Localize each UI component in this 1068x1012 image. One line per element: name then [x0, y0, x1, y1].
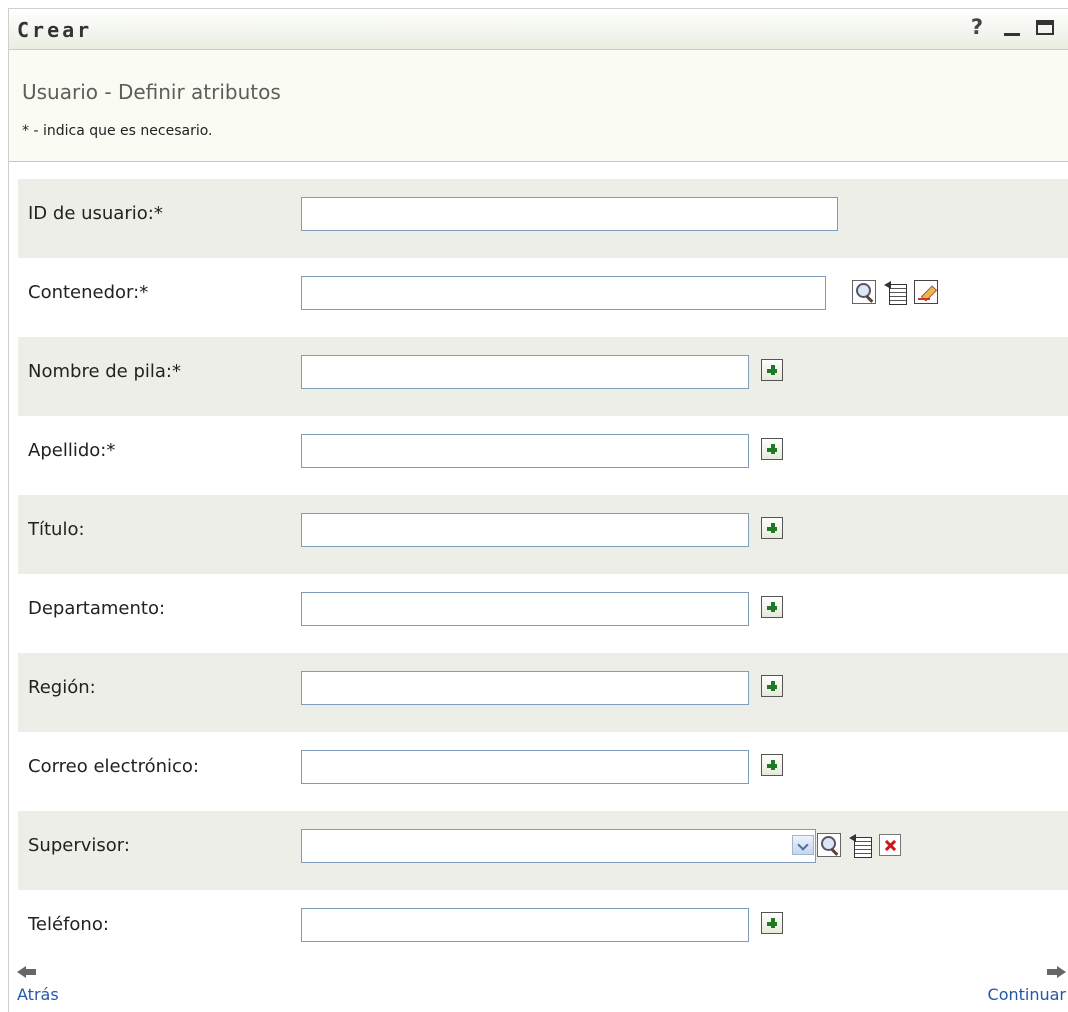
continue-label[interactable]: Continuar	[988, 985, 1066, 1004]
region-input[interactable]	[301, 671, 749, 705]
window-controls: ?	[964, 15, 1054, 39]
form-row-container: Contenedor:*	[18, 258, 1068, 337]
help-icon[interactable]: ?	[964, 15, 990, 39]
plus-icon[interactable]	[761, 675, 783, 697]
search-icon[interactable]	[852, 280, 876, 304]
plus-icon[interactable]	[761, 596, 783, 618]
page-title: Usuario - Definir atributos	[22, 80, 281, 104]
phone-input[interactable]	[301, 908, 749, 942]
plus-icon[interactable]	[761, 517, 783, 539]
email-actions	[761, 754, 783, 776]
department-input[interactable]	[301, 592, 749, 626]
container-actions	[852, 280, 945, 305]
back-link[interactable]: Atrás	[17, 965, 59, 1004]
portlet-title-bar: Crear ?	[9, 9, 1068, 50]
history-icon[interactable]	[848, 833, 872, 858]
form-row-user-id: ID de usuario:*	[18, 179, 1068, 258]
region-label: Región:	[28, 677, 96, 698]
first-name-label: Nombre de pila:*	[28, 361, 181, 382]
minimize-icon[interactable]	[1000, 15, 1022, 39]
create-user-portlet: Crear ? Usuario - Definir atributos * - …	[8, 8, 1068, 1012]
chevron-down-icon[interactable]	[792, 835, 814, 855]
continue-link[interactable]: Continuar	[988, 965, 1066, 1004]
form-row-email: Correo electrónico:	[18, 732, 1068, 811]
history-icon[interactable]	[883, 280, 907, 305]
title-label: Título:	[28, 519, 85, 540]
title-input[interactable]	[301, 513, 749, 547]
search-icon[interactable]	[817, 833, 841, 857]
phone-actions	[761, 912, 783, 934]
region-actions	[761, 675, 783, 697]
user-id-input[interactable]	[301, 197, 838, 231]
email-input[interactable]	[301, 750, 749, 784]
form-row-title: Título:	[18, 495, 1068, 574]
first-name-actions	[761, 359, 783, 381]
plus-icon[interactable]	[761, 754, 783, 776]
first-name-input[interactable]	[301, 355, 749, 389]
supervisor-label: Supervisor:	[28, 835, 130, 856]
form-row-phone: Teléfono:	[18, 890, 1068, 969]
container-label: Contenedor:*	[28, 282, 149, 303]
form-row-first-name: Nombre de pila:*	[18, 337, 1068, 416]
user-id-label: ID de usuario:*	[28, 203, 163, 224]
arrow-left-icon[interactable]	[17, 965, 37, 979]
plus-icon[interactable]	[761, 912, 783, 934]
title-actions	[761, 517, 783, 539]
form-row-department: Departamento:	[18, 574, 1068, 653]
form-row-last-name: Apellido:*	[18, 416, 1068, 495]
supervisor-actions	[792, 833, 908, 858]
form-row-region: Región:	[18, 653, 1068, 732]
supervisor-select[interactable]	[301, 829, 816, 863]
required-note: * - indica que es necesario.	[22, 123, 213, 139]
last-name-label: Apellido:*	[28, 440, 116, 461]
form-row-supervisor: Supervisor:	[18, 811, 1068, 890]
plus-icon[interactable]	[761, 438, 783, 460]
department-label: Departamento:	[28, 598, 166, 619]
edit-icon[interactable]	[914, 280, 938, 304]
last-name-input[interactable]	[301, 434, 749, 468]
container-input[interactable]	[301, 276, 826, 310]
maximize-icon[interactable]	[1036, 19, 1054, 35]
back-label[interactable]: Atrás	[17, 985, 59, 1004]
arrow-right-icon[interactable]	[1046, 965, 1066, 979]
portlet-title: Crear	[17, 18, 93, 42]
phone-label: Teléfono:	[28, 914, 109, 935]
plus-icon[interactable]	[761, 359, 783, 381]
email-label: Correo electrónico:	[28, 756, 199, 777]
clear-icon[interactable]	[879, 834, 901, 856]
user-attributes-form: ID de usuario:* Contenedor:* Nombre de p…	[18, 179, 1068, 969]
last-name-actions	[761, 438, 783, 460]
form-header: Usuario - Definir atributos * - indica q…	[9, 50, 1068, 162]
department-actions	[761, 596, 783, 618]
